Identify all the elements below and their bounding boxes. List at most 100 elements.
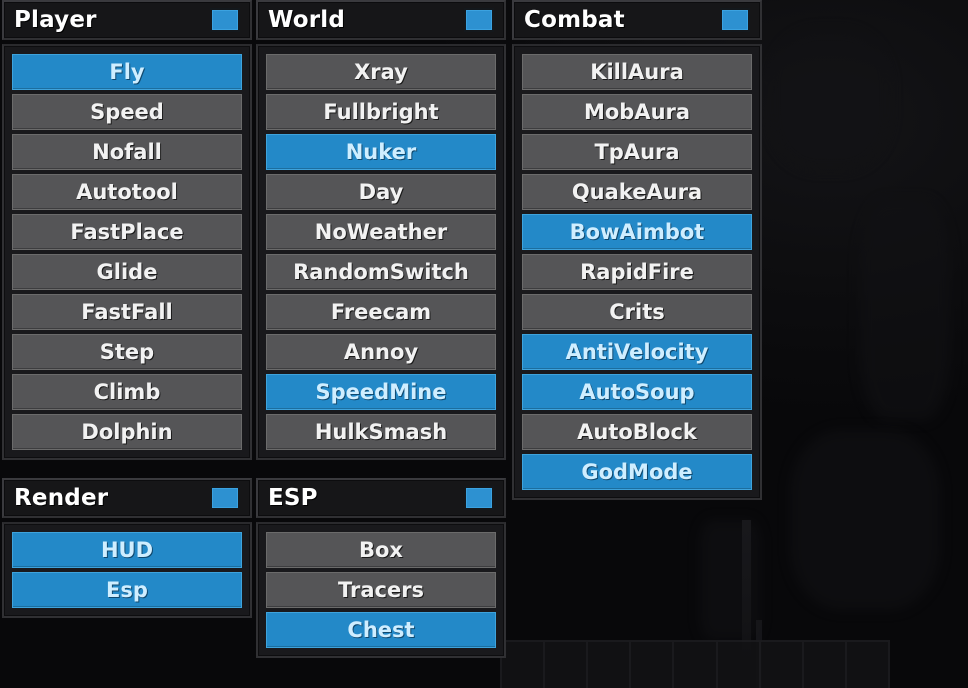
backdrop-shape (700, 520, 760, 640)
module-button[interactable]: Annoy (266, 334, 496, 370)
window-body-world: Xray Fullbright Nuker Day NoWeather RandomSwi… (256, 44, 506, 460)
module-button[interactable]: QuakeAura (522, 174, 752, 210)
hotbar-slot[interactable] (545, 642, 589, 688)
module-label: Fullbright (323, 100, 439, 124)
module-label: RandomSwitch (293, 260, 469, 284)
module-button[interactable]: Glide (12, 254, 242, 290)
window-title: World (268, 6, 346, 33)
module-button[interactable]: FastPlace (12, 214, 242, 250)
hotbar-slot[interactable] (631, 642, 675, 688)
module-button[interactable]: Chest (266, 612, 496, 648)
module-button[interactable]: Xray (266, 54, 496, 90)
window-body-esp: Box Tracers Chest (256, 522, 506, 658)
window-body-combat: KillAura MobAura TpAura QuakeAura BowAimbot R… (512, 44, 762, 500)
hotbar-slot[interactable] (846, 642, 888, 688)
window-body-render: HUD Esp (2, 522, 252, 618)
module-label: Crits (609, 300, 665, 324)
window-toggle-icon[interactable] (210, 8, 240, 32)
window-header-esp[interactable]: ESP (256, 478, 506, 518)
module-button[interactable]: Freecam (266, 294, 496, 330)
module-button[interactable]: Nofall (12, 134, 242, 170)
module-button[interactable]: Esp (12, 572, 242, 608)
module-label: AutoSoup (579, 380, 695, 404)
module-button[interactable]: HulkSmash (266, 414, 496, 450)
module-label: Tracers (337, 578, 425, 602)
module-label: Climb (93, 380, 161, 404)
module-button[interactable]: Day (266, 174, 496, 210)
module-label: Annoy (343, 340, 419, 364)
module-button[interactable]: Nuker (266, 134, 496, 170)
module-label: MobAura (583, 100, 691, 124)
module-label: Day (358, 180, 404, 204)
window-toggle-icon[interactable] (464, 486, 494, 510)
module-label: BowAimbot (569, 220, 705, 244)
module-button[interactable]: NoWeather (266, 214, 496, 250)
module-label: NoWeather (314, 220, 448, 244)
module-button[interactable]: Dolphin (12, 414, 242, 450)
module-label: QuakeAura (571, 180, 703, 204)
hotbar[interactable] (500, 640, 890, 688)
module-label: RapidFire (580, 260, 694, 284)
module-label: Dolphin (81, 420, 173, 444)
module-button[interactable]: KillAura (522, 54, 752, 90)
window-toggle-icon[interactable] (720, 8, 750, 32)
hotbar-slot[interactable] (588, 642, 632, 688)
window-toggle-icon[interactable] (464, 8, 494, 32)
module-button[interactable]: TpAura (522, 134, 752, 170)
module-label: KillAura (590, 60, 684, 84)
hotbar-slot[interactable] (717, 642, 761, 688)
module-button[interactable]: RapidFire (522, 254, 752, 290)
window-player[interactable]: Player Fly Speed Nofall Autotool FastPlace Gl… (2, 0, 252, 460)
window-header-world[interactable]: World (256, 0, 506, 40)
module-label: Fly (109, 60, 145, 84)
module-button[interactable]: Autotool (12, 174, 242, 210)
module-label: Xray (354, 60, 408, 84)
window-title: Player (14, 6, 97, 33)
module-button[interactable]: Tracers (266, 572, 496, 608)
module-button[interactable]: AutoBlock (522, 414, 752, 450)
module-button[interactable]: HUD (12, 532, 242, 568)
window-toggle-icon[interactable] (210, 486, 240, 510)
module-button[interactable]: Fly (12, 54, 242, 90)
module-button[interactable]: AutoSoup (522, 374, 752, 410)
module-button[interactable]: Box (266, 532, 496, 568)
module-button[interactable]: GodMode (522, 454, 752, 490)
module-button[interactable]: AntiVelocity (522, 334, 752, 370)
module-label: Glide (96, 260, 158, 284)
window-world[interactable]: World Xray Fullbright Nuker Day NoWeather Ran… (256, 0, 506, 460)
hotbar-slot[interactable] (760, 642, 804, 688)
module-label: GodMode (581, 460, 693, 484)
module-label: FastPlace (70, 220, 184, 244)
module-button[interactable]: MobAura (522, 94, 752, 130)
module-button[interactable]: Step (12, 334, 242, 370)
window-header-combat[interactable]: Combat (512, 0, 762, 40)
module-button[interactable]: BowAimbot (522, 214, 752, 250)
module-label: HulkSmash (314, 420, 448, 444)
module-button[interactable]: Crits (522, 294, 752, 330)
hotbar-slot[interactable] (502, 642, 546, 688)
window-header-player[interactable]: Player (2, 0, 252, 40)
module-label: HUD (100, 538, 154, 562)
window-combat[interactable]: Combat KillAura MobAura TpAura QuakeAura Bow… (512, 0, 762, 500)
window-body-player: Fly Speed Nofall Autotool FastPlace Glide Fast… (2, 44, 252, 460)
module-button[interactable]: RandomSwitch (266, 254, 496, 290)
module-label: FastFall (81, 300, 173, 324)
hotbar-slot[interactable] (803, 642, 847, 688)
window-header-render[interactable]: Render (2, 478, 252, 518)
module-label: Chest (347, 618, 415, 642)
module-button[interactable]: FastFall (12, 294, 242, 330)
module-label: Nuker (345, 140, 417, 164)
window-esp[interactable]: ESP Box Tracers Chest (256, 478, 506, 658)
hotbar-slot[interactable] (674, 642, 718, 688)
module-button[interactable]: Fullbright (266, 94, 496, 130)
module-label: AntiVelocity (565, 340, 709, 364)
module-button[interactable]: SpeedMine (266, 374, 496, 410)
module-button[interactable]: Climb (12, 374, 242, 410)
window-title: Combat (524, 6, 625, 33)
window-render[interactable]: Render HUD Esp (2, 478, 252, 618)
module-label: Nofall (92, 140, 162, 164)
module-label: AutoBlock (577, 420, 697, 444)
module-button[interactable]: Speed (12, 94, 242, 130)
module-label: SpeedMine (315, 380, 447, 404)
module-label: Freecam (330, 300, 432, 324)
